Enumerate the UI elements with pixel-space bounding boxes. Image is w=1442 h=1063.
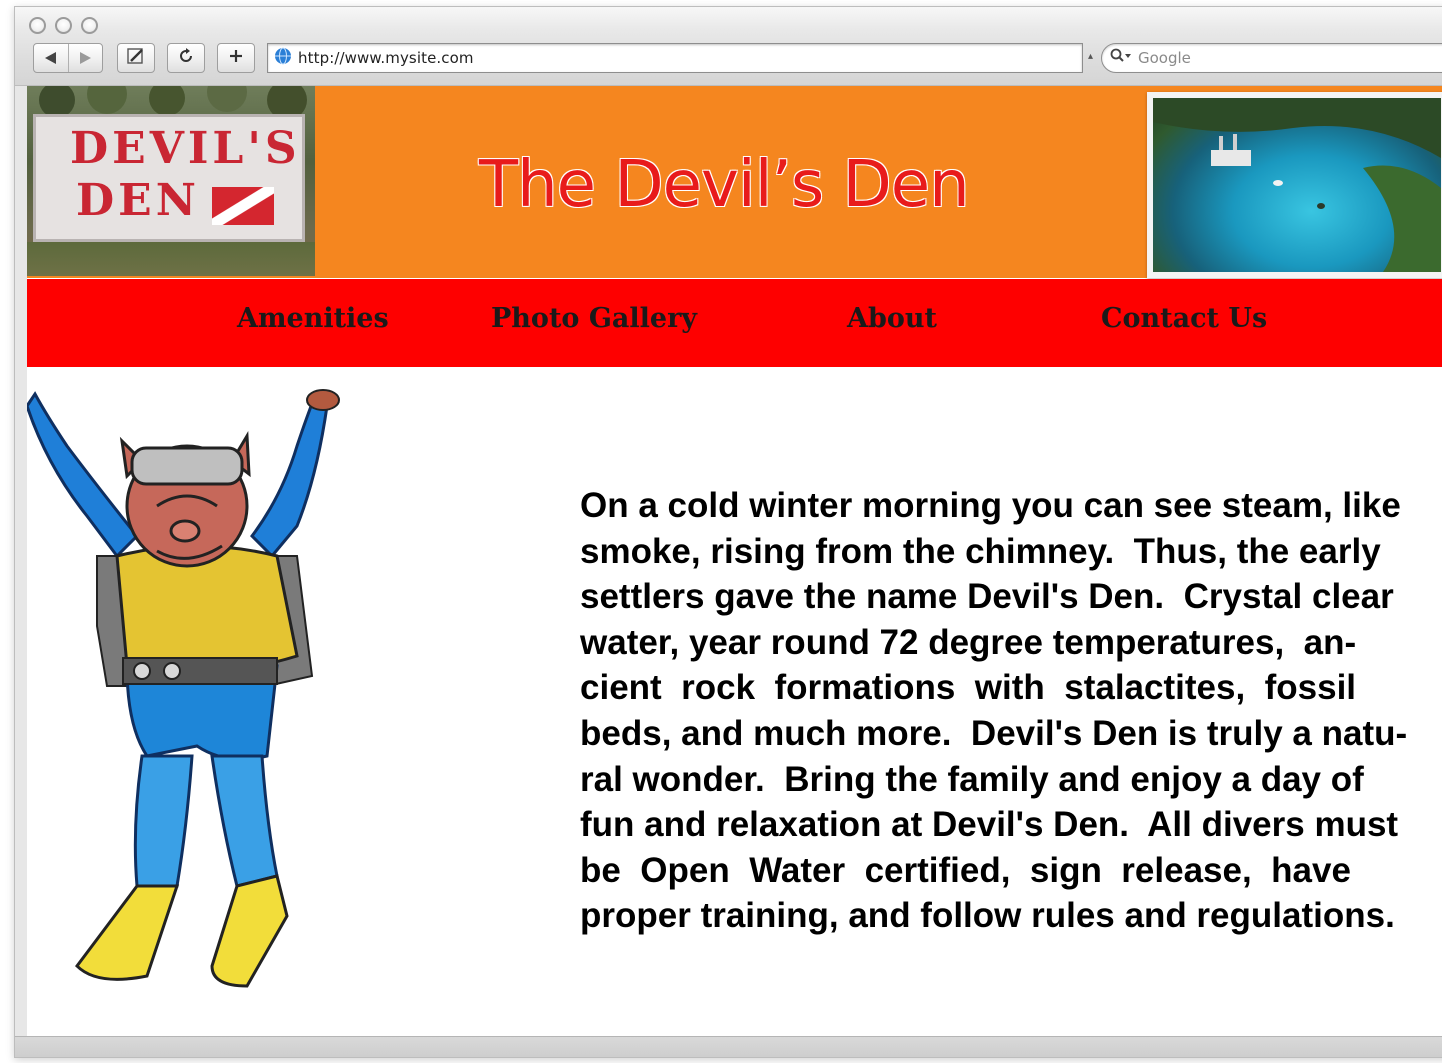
sign-line-2: DEN bbox=[76, 175, 200, 226]
sign-board: DEVIL'S DEN bbox=[33, 114, 305, 242]
plus-icon bbox=[228, 48, 244, 69]
page-content: DEVIL'S DEN The Devil’s Den Amenities Ph… bbox=[27, 86, 1442, 1036]
dive-flag-icon bbox=[212, 187, 274, 225]
nav-amenities-link[interactable]: Amenities bbox=[237, 303, 389, 334]
site-title: The Devil’s Den bbox=[479, 148, 970, 222]
minimize-window-button[interactable] bbox=[55, 17, 72, 34]
magnifier-icon bbox=[1110, 48, 1132, 69]
nav-about-link[interactable]: About bbox=[847, 303, 937, 334]
header-banner: DEVIL'S DEN The Devil’s Den bbox=[27, 86, 1442, 278]
forward-arrow-icon[interactable] bbox=[69, 44, 103, 72]
pencil-icon bbox=[126, 47, 146, 70]
close-window-button[interactable] bbox=[29, 17, 46, 34]
address-text: http://www.mysite.com bbox=[298, 49, 474, 67]
search-field[interactable]: Google bbox=[1101, 43, 1442, 73]
globe-icon bbox=[274, 47, 292, 70]
back-forward-buttons bbox=[33, 43, 103, 73]
cartoon-diver-illustration bbox=[27, 389, 340, 988]
spring-photo-image bbox=[1153, 98, 1441, 272]
reload-icon bbox=[177, 47, 195, 70]
zoom-window-button[interactable] bbox=[81, 17, 98, 34]
address-bar[interactable]: http://www.mysite.com bbox=[267, 43, 1083, 73]
back-arrow-icon[interactable] bbox=[34, 44, 69, 72]
status-bar bbox=[15, 1036, 1442, 1057]
search-placeholder: Google bbox=[1138, 49, 1191, 67]
devils-den-sign-photo: DEVIL'S DEN bbox=[27, 86, 315, 276]
browser-toolbar: http://www.mysite.com ▴ Google bbox=[15, 7, 1442, 86]
snapback-icon[interactable]: ▴ bbox=[1088, 51, 1093, 62]
add-bookmark-button[interactable] bbox=[217, 43, 255, 73]
nav-contact-us-link[interactable]: Contact Us bbox=[1101, 303, 1267, 334]
description-paragraph: On a cold winter morning you can see ste… bbox=[580, 486, 1408, 936]
spring-scene-icon bbox=[1153, 98, 1441, 272]
grass-strip bbox=[27, 242, 315, 276]
nav-photo-gallery-link[interactable]: Photo Gallery bbox=[491, 303, 697, 334]
sign-line-1: DEVIL'S bbox=[70, 123, 301, 174]
main-navigation: Amenities Photo Gallery About Contact Us bbox=[27, 279, 1442, 367]
reload-button[interactable] bbox=[167, 43, 205, 73]
browser-window: http://www.mysite.com ▴ Google DEVIL'S D… bbox=[14, 6, 1442, 1058]
spring-photo bbox=[1147, 92, 1442, 278]
bookmark-button[interactable] bbox=[117, 43, 155, 73]
